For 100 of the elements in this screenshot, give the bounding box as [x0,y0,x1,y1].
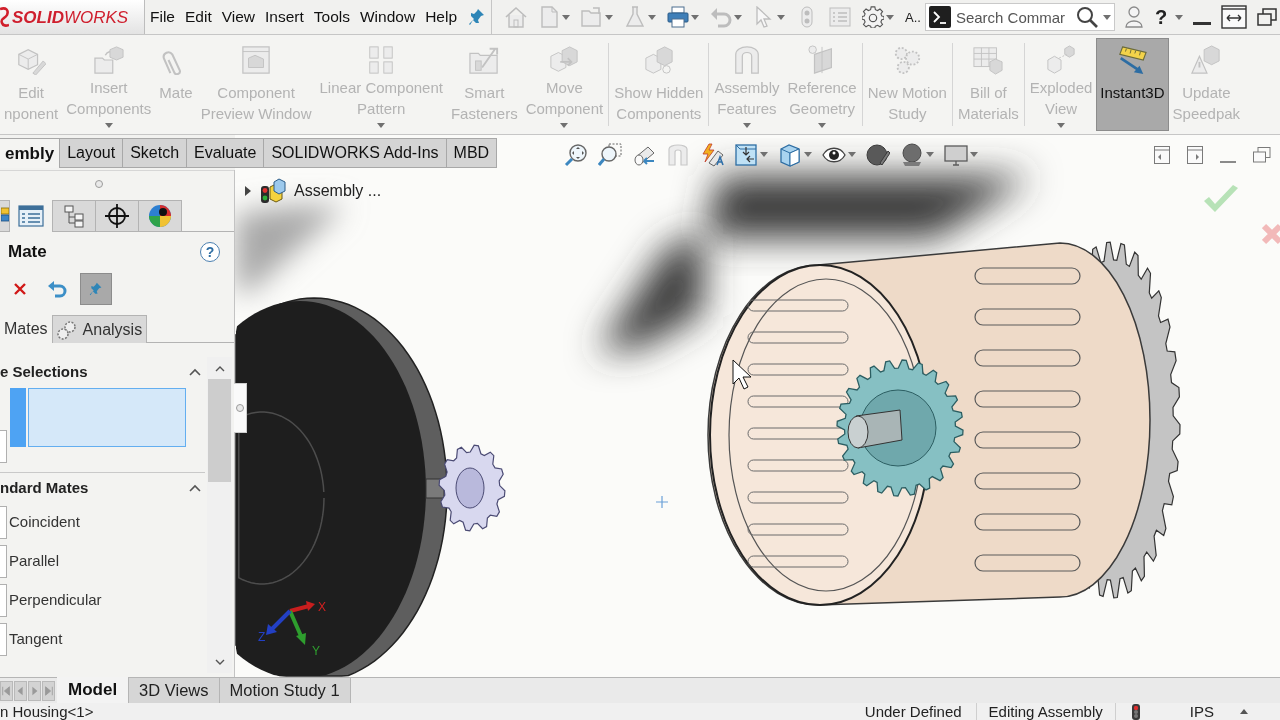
user-icon[interactable] [1124,6,1143,28]
gears-icon [56,319,77,340]
feature-tree-item[interactable]: Assembly ... [294,179,382,203]
sphere-pencil-icon[interactable] [866,142,891,167]
menu-item[interactable]: Tools [308,7,355,27]
mate-option[interactable]: Coincident [9,511,80,534]
command-tab[interactable]: SOLIDWORKS Add-Ins [264,138,447,168]
caret-icon[interactable] [562,14,570,20]
traffic-light-icon[interactable] [1131,703,1140,720]
list-icon [17,204,45,228]
table-icon [973,45,1004,75]
panel-subtab[interactable]: Analysis [52,315,148,343]
expand-width-icon[interactable] [1221,5,1248,29]
caret-icon[interactable] [1102,14,1111,20]
command-tab[interactable]: Layout [60,138,124,168]
search-field[interactable]: Search Commar [924,3,1115,31]
caret-icon[interactable] [970,152,979,157]
folder-arrow-icon [469,45,500,75]
exploded-cubes-icon [1046,45,1077,75]
lightning-icon[interactable] [700,142,725,167]
right-pane-icon[interactable] [1187,145,1203,164]
close-icon[interactable] [14,282,26,295]
chevron-down-icon[interactable] [214,658,225,666]
zoom-area-icon[interactable] [598,142,623,167]
caret-icon[interactable] [760,152,769,157]
caret-icon[interactable] [691,14,699,20]
caret-icon[interactable] [777,14,785,20]
command-tab[interactable]: Evaluate [187,138,265,168]
gears-icon [892,45,923,75]
options-label[interactable]: A.. [905,10,921,24]
command-tab[interactable]: MBD [446,138,498,168]
command-tab[interactable]: Sketch [123,138,188,168]
tab-scroll-button[interactable] [0,680,13,701]
panel-tab[interactable] [139,200,182,231]
window-icon [241,45,272,75]
first-arrow-icon [1,683,12,698]
chevron-up-icon[interactable] [214,364,225,372]
caret-icon[interactable] [848,152,857,157]
plus-marker-icon [655,495,669,509]
left-pane-icon[interactable] [1154,145,1170,164]
terminal-icon[interactable] [928,6,951,28]
warning-cube-icon [1191,45,1222,75]
pushpin-icon[interactable] [469,8,485,26]
splitter-handle[interactable] [234,383,247,433]
caret-icon[interactable] [926,152,935,157]
model-tab[interactable]: 3D Views [129,678,220,703]
pin-button[interactable] [80,272,112,305]
color-sphere-icon [147,204,173,228]
section-title: e Selections [0,361,88,382]
menu-item[interactable]: Window [355,7,421,27]
help-button[interactable]: ? [200,242,220,262]
status-text: Under Defined [863,703,963,720]
panel-title: Mate [8,241,47,264]
mate-option[interactable]: Perpendicular [9,589,102,612]
caret-icon[interactable] [804,152,813,157]
settings-icon[interactable] [862,6,884,28]
caret-up-icon[interactable] [1240,709,1248,714]
caret-icon[interactable] [1175,14,1184,20]
command-tab[interactable]: embly [0,138,61,168]
mate-option[interactable]: Tangent [9,628,63,651]
restore-icon[interactable] [1257,8,1278,26]
model-tab[interactable]: Motion Study 1 [219,678,351,703]
caret-icon[interactable] [886,14,894,20]
restore-icon[interactable] [1253,146,1271,163]
scroll-thumb[interactable] [208,379,231,482]
monitor-icon[interactable] [944,142,969,167]
command-button[interactable]: Instant3D [1096,38,1169,131]
tab-scroll-button[interactable] [42,680,55,701]
units-button[interactable]: IPS [1189,703,1214,720]
mate-option[interactable]: Parallel [9,550,60,573]
menu-item[interactable]: View [216,7,261,27]
menu-item[interactable]: File [145,7,180,27]
caret-icon[interactable] [648,14,656,20]
zoom-fit-icon[interactable] [564,142,589,167]
caret-icon[interactable] [734,14,742,20]
menu-item[interactable]: Help [420,7,462,27]
search-icon[interactable] [1075,6,1098,28]
caret-icon[interactable] [605,14,613,20]
model-tab[interactable]: Model [57,677,130,703]
axis-label: Y [312,644,320,658]
printer-icon[interactable] [667,6,689,28]
sphere-icon[interactable] [900,142,925,167]
undo-icon[interactable] [48,279,68,298]
triangle-right-icon[interactable] [244,186,252,196]
panel-tab[interactable] [96,200,139,231]
menu-item[interactable]: Edit [180,7,217,27]
help-button[interactable]: ? [1152,7,1170,27]
selection-field[interactable] [10,388,186,447]
grip-dot-icon[interactable] [95,179,103,188]
tab-scroll-button[interactable] [28,680,41,701]
chevron-up-icon[interactable] [189,368,201,376]
panel-subtab[interactable]: Mates [0,315,53,343]
last-arrow-icon [43,683,54,698]
chevron-up-icon[interactable] [189,484,201,492]
menu-item[interactable]: Insert [260,7,309,27]
section-title: ndard Mates [0,477,89,498]
crosshair-icon [104,204,130,228]
tab-scroll-button[interactable] [14,680,27,701]
cube-arrow-icon [549,45,580,75]
status-text: n Housing<1> [0,703,94,720]
